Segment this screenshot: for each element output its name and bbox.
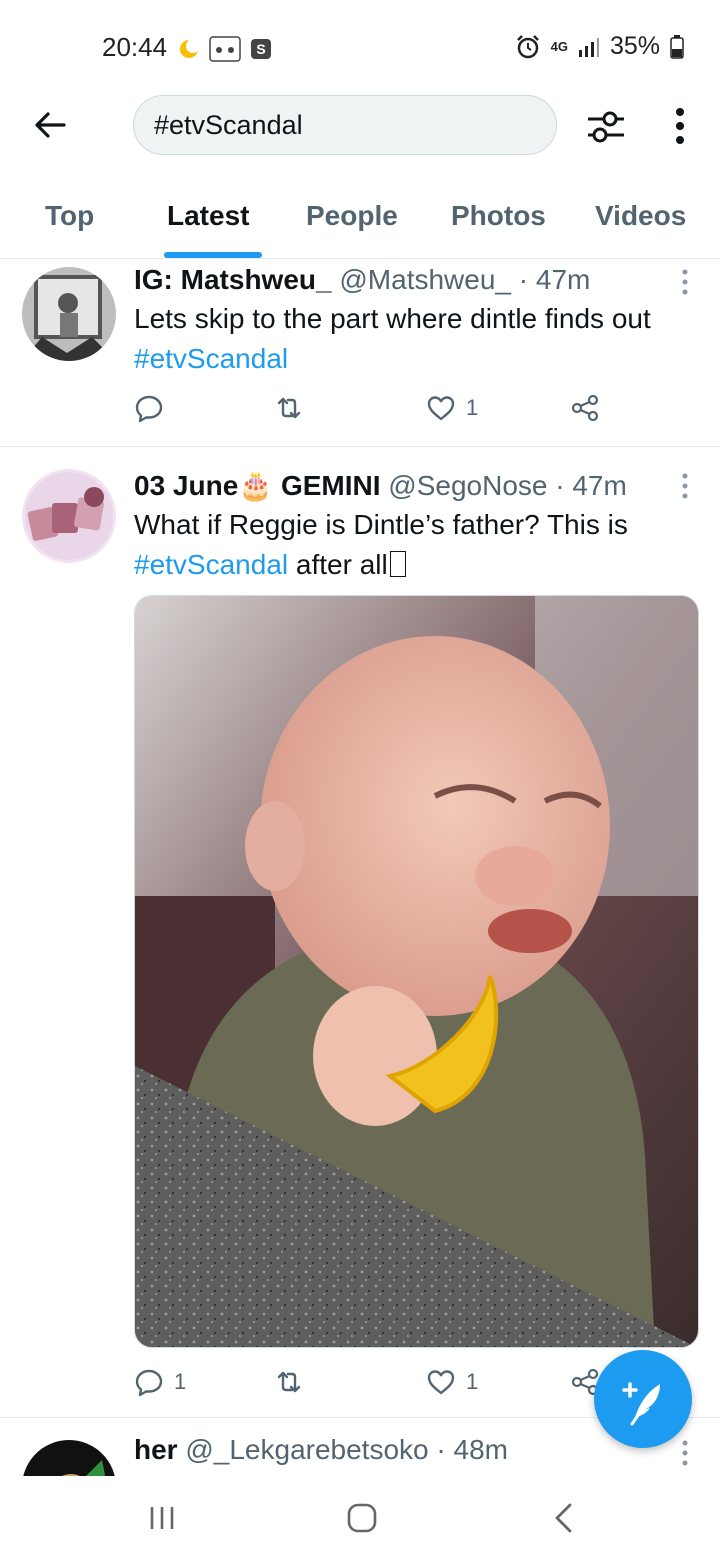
- search-tabs: Top Latest People Photos Videos: [0, 180, 720, 259]
- heart-icon: [427, 1370, 455, 1395]
- user-handle[interactable]: @SegoNose: [388, 470, 547, 501]
- status-notification-icons: S: [178, 34, 272, 64]
- active-tab-indicator: [164, 252, 262, 258]
- share-icon: [571, 394, 599, 422]
- tab-people[interactable]: People: [306, 200, 398, 232]
- display-name[interactable]: IG: Matshweu_: [134, 264, 332, 295]
- tweet-text: Lets skip to the part where dintle finds…: [134, 299, 694, 379]
- tweet-actions: 1: [134, 393, 614, 429]
- signal-icon: [578, 37, 599, 57]
- hashtag-link[interactable]: #etvScandal: [134, 549, 288, 580]
- display-name-part[interactable]: 03 June: [134, 470, 238, 501]
- home-icon[interactable]: [346, 1502, 378, 1534]
- tab-videos[interactable]: Videos: [595, 200, 686, 232]
- retweet-button[interactable]: [274, 1367, 304, 1397]
- battery-percent: 35%: [609, 32, 660, 60]
- display-name[interactable]: her: [134, 1434, 178, 1465]
- heart-icon: [427, 396, 455, 421]
- alarm-icon: [516, 34, 539, 58]
- tweet-time: · 47m: [518, 264, 591, 295]
- status-bar: 20:44 S 4G 35%: [0, 0, 720, 90]
- tweet-body: Lets skip to the part where dintle finds…: [134, 303, 651, 334]
- tweet-more-icon[interactable]: [680, 267, 690, 297]
- svg-text:S: S: [256, 41, 265, 57]
- like-count: 1: [466, 1369, 479, 1394]
- search-input[interactable]: #etvScandal: [133, 95, 557, 155]
- status-time: 20:44: [102, 32, 168, 62]
- tweet-time: · 48m: [436, 1434, 508, 1465]
- tweet-time: · 47m: [555, 470, 627, 501]
- tweet-body-tail: after all: [288, 549, 388, 580]
- like-count: 1: [466, 395, 479, 420]
- retweet-icon: [277, 397, 301, 419]
- tweet-header: IG: Matshweu_ @Matshweu_ · 47m: [134, 264, 590, 296]
- back-nav-icon[interactable]: [552, 1502, 576, 1534]
- tweet-2[interactable]: 03 June🎂 GEMINI @SegoNose · 47m What if …: [0, 447, 720, 1418]
- reply-icon: [135, 1369, 163, 1397]
- network-type: 4G: [550, 38, 568, 54]
- reply-icon: [135, 395, 163, 423]
- search-toolbar: #etvScandal: [0, 95, 720, 157]
- compose-feather-icon: [622, 1382, 660, 1426]
- s-app-icon: S: [251, 39, 271, 59]
- like-button[interactable]: 1: [426, 1367, 478, 1397]
- avatar[interactable]: [22, 267, 116, 361]
- tweet-header: 03 June🎂 GEMINI @SegoNose · 47m: [134, 469, 627, 502]
- tweet-body: What if Reggie is Dintle’s father? This …: [134, 509, 628, 540]
- user-handle[interactable]: @Matshweu_: [339, 264, 511, 295]
- system-navigation-bar: [0, 1476, 720, 1560]
- hashtag-link[interactable]: #etvScandal: [134, 343, 288, 374]
- like-button[interactable]: 1: [426, 393, 478, 423]
- tab-photos[interactable]: Photos: [451, 200, 546, 232]
- tab-top[interactable]: Top: [45, 200, 94, 232]
- search-filter-icon[interactable]: [584, 105, 628, 149]
- status-right: 4G 35%: [515, 32, 684, 61]
- unknown-glyph-icon: [389, 551, 406, 577]
- moon-icon: [180, 39, 200, 58]
- app-notification-icon: [209, 36, 241, 62]
- avatar[interactable]: [22, 1440, 116, 1476]
- recent-apps-icon[interactable]: [148, 1504, 176, 1532]
- tweet-actions: 1 1: [134, 1367, 614, 1403]
- share-button[interactable]: [570, 393, 600, 423]
- tab-latest[interactable]: Latest: [167, 200, 249, 232]
- retweet-icon: [277, 1371, 301, 1393]
- tweet-media-image[interactable]: [134, 595, 699, 1348]
- reply-button[interactable]: [134, 393, 164, 423]
- back-arrow-icon[interactable]: [30, 105, 70, 145]
- overflow-menu-icon[interactable]: [670, 103, 690, 149]
- user-handle[interactable]: @_Lekgarebetsoko: [185, 1434, 428, 1465]
- display-name-part[interactable]: GEMINI: [281, 470, 381, 501]
- avatar[interactable]: [22, 469, 116, 563]
- tweet-header: her @_Lekgarebetsoko · 48m: [134, 1434, 508, 1466]
- retweet-button[interactable]: [274, 393, 304, 423]
- birthday-cake-icon: 🎂: [238, 470, 274, 501]
- tweet-1[interactable]: IG: Matshweu_ @Matshweu_ · 47m Lets skip…: [0, 259, 720, 447]
- reply-count: 1: [174, 1369, 187, 1394]
- compose-tweet-button[interactable]: [594, 1350, 692, 1448]
- reply-button[interactable]: 1: [134, 1367, 186, 1397]
- tweet-more-icon[interactable]: [680, 471, 690, 501]
- battery-icon: [670, 34, 684, 59]
- tweet-text: What if Reggie is Dintle’s father? This …: [134, 505, 694, 585]
